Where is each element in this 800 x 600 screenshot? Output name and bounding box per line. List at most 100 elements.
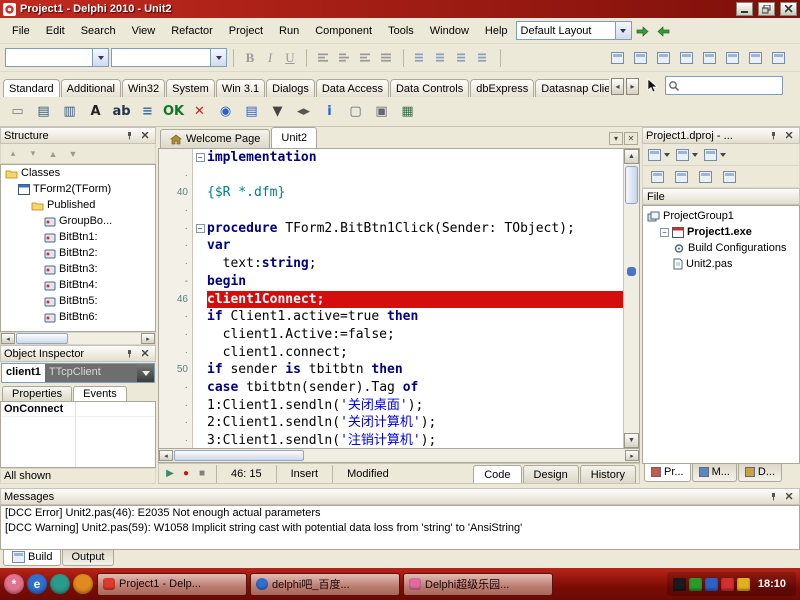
menu-item-search[interactable]: Search xyxy=(73,20,124,42)
quicklaunch-messenger-icon[interactable] xyxy=(50,574,70,594)
palette-tab-datasnap-client[interactable]: Datasnap Client xyxy=(535,79,609,97)
scroll-up-icon[interactable]: ▲ xyxy=(624,149,639,164)
grid-icon[interactable] xyxy=(607,48,628,68)
project-node[interactable]: − Project1.exe xyxy=(643,224,799,240)
bullet-list-icon[interactable] xyxy=(410,48,431,68)
structure-node[interactable]: BitBtn3: xyxy=(1,261,155,277)
scroll-down-icon[interactable]: ▼ xyxy=(624,433,639,448)
editor-hscrollbar[interactable]: ◂ ▸ xyxy=(158,449,640,463)
close-icon[interactable] xyxy=(139,348,152,360)
structure-node[interactable]: BitBtn1: xyxy=(1,229,155,245)
chevron-down-icon[interactable] xyxy=(92,49,108,66)
table-icon[interactable] xyxy=(653,48,674,68)
expander-icon[interactable]: − xyxy=(660,227,669,237)
code-line[interactable]: · case tbitbtn(sender).Tag of xyxy=(159,378,623,397)
component-label-icon[interactable]: A xyxy=(84,100,107,123)
collapse-all-icon[interactable]: ▴ xyxy=(5,148,21,159)
chevron-down-icon[interactable] xyxy=(137,364,154,382)
close-icon[interactable] xyxy=(783,491,796,503)
pm-add-icon[interactable] xyxy=(671,167,692,187)
editor-tab-unit2[interactable]: Unit2 xyxy=(271,127,318,148)
component-memo-icon[interactable]: ≡ xyxy=(136,100,159,123)
pm-remove-icon[interactable] xyxy=(695,167,716,187)
chevron-down-icon[interactable] xyxy=(614,22,631,39)
menu-item-window[interactable]: Window xyxy=(422,20,477,42)
palette-tab-win32[interactable]: Win32 xyxy=(121,79,166,97)
chevron-down-icon[interactable] xyxy=(662,147,671,163)
structure-node[interactable]: BitBtn6: xyxy=(1,309,155,325)
scroll-left-icon[interactable]: ◂ xyxy=(1,333,15,344)
component-mainmenu-icon[interactable]: ▤ xyxy=(32,100,55,123)
palette-scroll-left-icon[interactable]: ◂ xyxy=(611,78,624,95)
close-tab-icon[interactable]: ✕ xyxy=(624,132,638,145)
code-line[interactable]: · xyxy=(159,202,623,220)
palette-tab-dbexpress[interactable]: dbExpress xyxy=(470,79,535,97)
pin-icon[interactable] xyxy=(767,130,780,142)
component-popupmenu-icon[interactable]: ▥ xyxy=(58,100,81,123)
tray-volume-icon[interactable] xyxy=(736,577,750,591)
editor-vscrollbar[interactable]: ▲ ▼ xyxy=(623,149,639,448)
code-line[interactable]: 40 {$R *.dfm} xyxy=(159,184,623,203)
menu-item-view[interactable]: View xyxy=(124,20,164,42)
messages-tab-build[interactable]: Build xyxy=(3,550,62,566)
menu-item-edit[interactable]: Edit xyxy=(38,20,73,42)
project-node[interactable]: ProjectGroup1 xyxy=(643,208,799,224)
structure-node[interactable]: Published xyxy=(1,197,155,213)
palette-tab-dialogs[interactable]: Dialogs xyxy=(266,79,315,97)
fold-toggle-icon[interactable]: − xyxy=(195,224,205,234)
code-line[interactable]: · if Client1.active=true then xyxy=(159,308,623,326)
options-icon[interactable] xyxy=(768,48,789,68)
view-tab-design[interactable]: Design xyxy=(522,465,579,483)
palette-search-input[interactable] xyxy=(680,79,776,92)
tray-qq-icon[interactable] xyxy=(672,577,686,591)
palette-tab-win-3-1[interactable]: Win 3.1 xyxy=(215,79,266,97)
align-right-icon[interactable] xyxy=(355,48,376,68)
component-button-ok-icon[interactable]: OK xyxy=(162,100,185,123)
move-up-icon[interactable]: ▲ xyxy=(45,149,61,159)
tab-list-icon[interactable]: ▾ xyxy=(609,132,623,145)
arrange-icon[interactable] xyxy=(745,48,766,68)
macro-play-icon[interactable]: ▶ xyxy=(162,468,178,479)
close-button[interactable] xyxy=(780,2,797,16)
component-grid-icon[interactable]: ▦ xyxy=(396,100,419,123)
scroll-thumb[interactable] xyxy=(625,166,638,204)
code-line[interactable]: · − procedure TForm2.BitBtn1Click(Sender: … xyxy=(159,219,623,238)
tray-security-icon[interactable] xyxy=(688,577,702,591)
code-line[interactable]: - begin xyxy=(159,272,623,291)
palette-tab-additional[interactable]: Additional xyxy=(60,79,121,97)
indent-icon[interactable] xyxy=(473,48,494,68)
pm-sync-button[interactable] xyxy=(703,146,728,164)
code-line[interactable]: · 1:Client1.sendln('关闭桌面'); xyxy=(159,396,623,415)
minimize-button[interactable] xyxy=(736,2,753,16)
inspector-row[interactable]: OnConnect xyxy=(1,402,155,417)
pm-open-button[interactable] xyxy=(675,146,700,164)
structure-node[interactable]: BitBtn2: xyxy=(1,245,155,261)
layout-selector[interactable]: Default Layout xyxy=(515,21,632,40)
pin-icon[interactable] xyxy=(767,491,780,503)
project-node[interactable]: Build Configurations xyxy=(643,240,799,256)
palette-scroll-right-icon[interactable]: ▸ xyxy=(626,78,639,95)
fold-toggle-icon[interactable]: − xyxy=(195,153,205,163)
view-icon[interactable] xyxy=(699,48,720,68)
format-b-button[interactable]: B xyxy=(240,48,260,68)
structure-node[interactable]: BitBtn5: xyxy=(1,293,155,309)
taskbar-button[interactable]: Project1 - Delp... xyxy=(97,572,247,596)
menu-item-tools[interactable]: Tools xyxy=(380,20,422,42)
align-justify-icon[interactable] xyxy=(376,48,397,68)
style-combo-2[interactable] xyxy=(111,48,227,67)
restore-button[interactable] xyxy=(758,2,775,16)
scroll-right-icon[interactable]: ▸ xyxy=(625,450,639,461)
tray-update-icon[interactable] xyxy=(720,577,734,591)
pin-icon[interactable] xyxy=(123,130,136,142)
component-button-close-icon[interactable]: ✕ xyxy=(188,100,211,123)
columns-icon[interactable] xyxy=(676,48,697,68)
menu-item-run[interactable]: Run xyxy=(271,20,307,42)
quicklaunch-media-player-icon[interactable] xyxy=(73,574,93,594)
scroll-thumb[interactable] xyxy=(16,333,68,344)
menu-item-refactor[interactable]: Refactor xyxy=(163,20,221,42)
code-line[interactable]: − implementation xyxy=(159,149,623,167)
format-i-button[interactable]: I xyxy=(260,48,280,68)
view-tab-code[interactable]: Code xyxy=(473,465,522,483)
scroll-right-icon[interactable]: ▸ xyxy=(141,333,155,344)
structure-node[interactable]: Classes xyxy=(1,165,155,181)
